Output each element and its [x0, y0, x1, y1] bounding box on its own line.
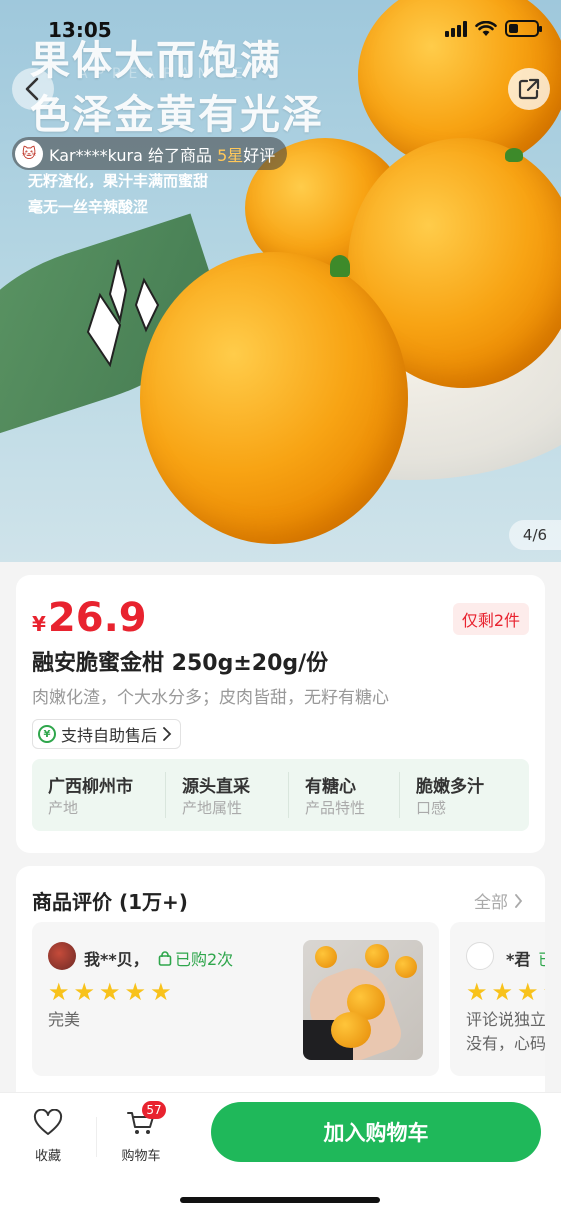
signal-icon	[445, 20, 467, 37]
favorite-label: 收藏	[34, 1149, 61, 1164]
attribute-key: 口感	[416, 799, 447, 817]
back-arrow-icon	[25, 77, 39, 101]
reviewer-name: 我**贝，	[84, 950, 149, 969]
avatar	[466, 942, 494, 970]
view-all-label: 全部	[474, 893, 508, 913]
hero-watermark: APPEARANCE	[78, 66, 251, 82]
repeat-purchase-badge: 已购2次	[158, 946, 233, 970]
star-icon: ★	[517, 978, 539, 1006]
reviews-title: 商品评价 (1万+)	[32, 890, 188, 914]
ticker-text-end: 好评	[243, 145, 276, 165]
add-to-cart-button[interactable]: 加入购物车	[211, 1102, 541, 1162]
repeat-purchase-badge: 已	[538, 946, 545, 970]
product-description: 肉嫩化渣，个大水分多；皮肉皆甜，无籽有糖心	[32, 688, 389, 708]
fruit-stem	[330, 255, 350, 277]
attribute-value: 广西柳州市	[48, 777, 133, 797]
star-icon: ★	[543, 980, 545, 1004]
wifi-icon	[475, 20, 497, 36]
review-text-line: 评论说独立	[466, 1010, 545, 1029]
stock-badge: 仅剩2件	[452, 603, 529, 635]
star-icon: ★	[73, 978, 96, 1006]
star-icon: ★	[99, 978, 121, 1006]
star-icon: ★	[150, 978, 172, 1006]
review-text: 完美	[48, 1010, 81, 1029]
review-card[interactable]: *君 已 ★★★★ 评论说独立 没有，心码	[450, 922, 545, 1076]
attribute-value: 有糖心	[305, 777, 356, 797]
reviewer-avatar: 🐱	[15, 139, 43, 168]
badge-label: 已	[538, 946, 545, 970]
rating-stars: ★ ★ ★ ★ ★	[48, 980, 172, 1004]
product-info-card: ¥ 26.9 仅剩2件 融安脆蜜金柑 250g±20g/份 肉嫩化渣，个大水分多…	[16, 575, 545, 853]
cart-count-badge: 57	[142, 1101, 166, 1119]
hero-subtext-1: 无籽渣化，果汁丰满而蜜甜	[28, 172, 209, 190]
price: ¥ 26.9	[32, 595, 147, 641]
fruit-stem	[505, 148, 523, 162]
divider	[96, 1117, 97, 1157]
after-sales-service-link[interactable]: ¥ 支持自助售后	[32, 719, 182, 749]
attribute-value: 源头直采	[182, 777, 250, 797]
hero-headline-2: 色泽金黄有光泽	[30, 92, 324, 138]
cart-button[interactable]: 57 购物车	[118, 1101, 166, 1164]
orange-fruit	[140, 252, 408, 544]
chevron-right-icon	[163, 727, 172, 741]
avatar	[48, 942, 76, 970]
shield-yen-icon: ¥	[38, 725, 56, 743]
share-icon	[518, 78, 540, 100]
sparkle-icon	[86, 259, 160, 368]
favorite-button[interactable]: 收藏	[30, 1108, 66, 1164]
status-time: 13:05	[48, 18, 112, 42]
attribute-taste: 脆嫩多汁 口感	[400, 772, 529, 818]
heart-icon	[33, 1108, 63, 1135]
reviewer-name: *君	[506, 950, 531, 969]
star-icon: ★	[48, 978, 70, 1006]
attribute-feature: 有糖心 产品特性	[289, 772, 400, 818]
cart-label: 购物车	[121, 1149, 161, 1164]
review-ticker: 🐱 Kar****kura 给了商品 5星好评	[12, 137, 288, 170]
price-currency: ¥	[32, 612, 46, 636]
carousel-page-indicator: 4/6	[509, 520, 561, 550]
review-text-line: 没有，心码	[466, 1034, 545, 1053]
chevron-right-icon	[515, 893, 523, 908]
attribute-key: 产地	[48, 799, 79, 817]
price-value: 26.9	[47, 595, 147, 641]
ticker-text: 给了商品	[142, 145, 218, 165]
star-icon: ★	[466, 978, 488, 1006]
review-card[interactable]: 我**贝， 已购2次 ★ ★ ★ ★ ★ 完美	[32, 922, 439, 1076]
review-photo[interactable]	[303, 940, 423, 1060]
product-title: 融安脆蜜金柑 250g±20g/份	[32, 651, 329, 676]
ticker-stars: 5星	[217, 145, 244, 165]
service-label: 支持自助售后	[61, 726, 158, 745]
home-indicator	[180, 1197, 380, 1203]
bag-icon	[158, 950, 172, 966]
reviews-section: 商品评价 (1万+) 全部 我**贝， 已购2次 ★ ★ ★ ★ ★ 完美 *君…	[16, 866, 545, 1092]
review-text: 评论说独立 没有，心码	[466, 1008, 545, 1056]
attribute-value: 脆嫩多汁	[416, 777, 484, 797]
star-icon: ★	[124, 978, 147, 1006]
hero-subtext-2: 毫无一丝辛辣酸涩	[28, 198, 149, 216]
rating-stars: ★★★★	[466, 980, 545, 1004]
attribute-key: 产地属性	[182, 799, 243, 817]
attribute-origin-type: 源头直采 产地属性	[166, 772, 289, 818]
product-attributes: 广西柳州市 产地 源头直采 产地属性 有糖心 产品特性 脆嫩多汁 口感	[32, 759, 529, 831]
attribute-origin: 广西柳州市 产地	[32, 772, 166, 818]
attribute-key: 产品特性	[305, 799, 366, 817]
status-icons	[445, 20, 542, 37]
bottom-action-bar: 收藏 57 购物车 加入购物车	[0, 1092, 561, 1215]
share-button[interactable]	[508, 68, 550, 110]
battery-icon	[505, 20, 542, 37]
badge-label: 已购2次	[175, 950, 234, 969]
product-image-carousel[interactable]: 果体大而饱满 APPEARANCE 色泽金黄有光泽 无籽渣化，果汁丰满而蜜甜 毫…	[0, 0, 561, 562]
back-button[interactable]	[12, 68, 54, 110]
reviews-view-all[interactable]: 全部	[474, 888, 523, 913]
ticker-user: Kar****kura	[49, 145, 143, 165]
star-icon: ★	[491, 978, 514, 1006]
